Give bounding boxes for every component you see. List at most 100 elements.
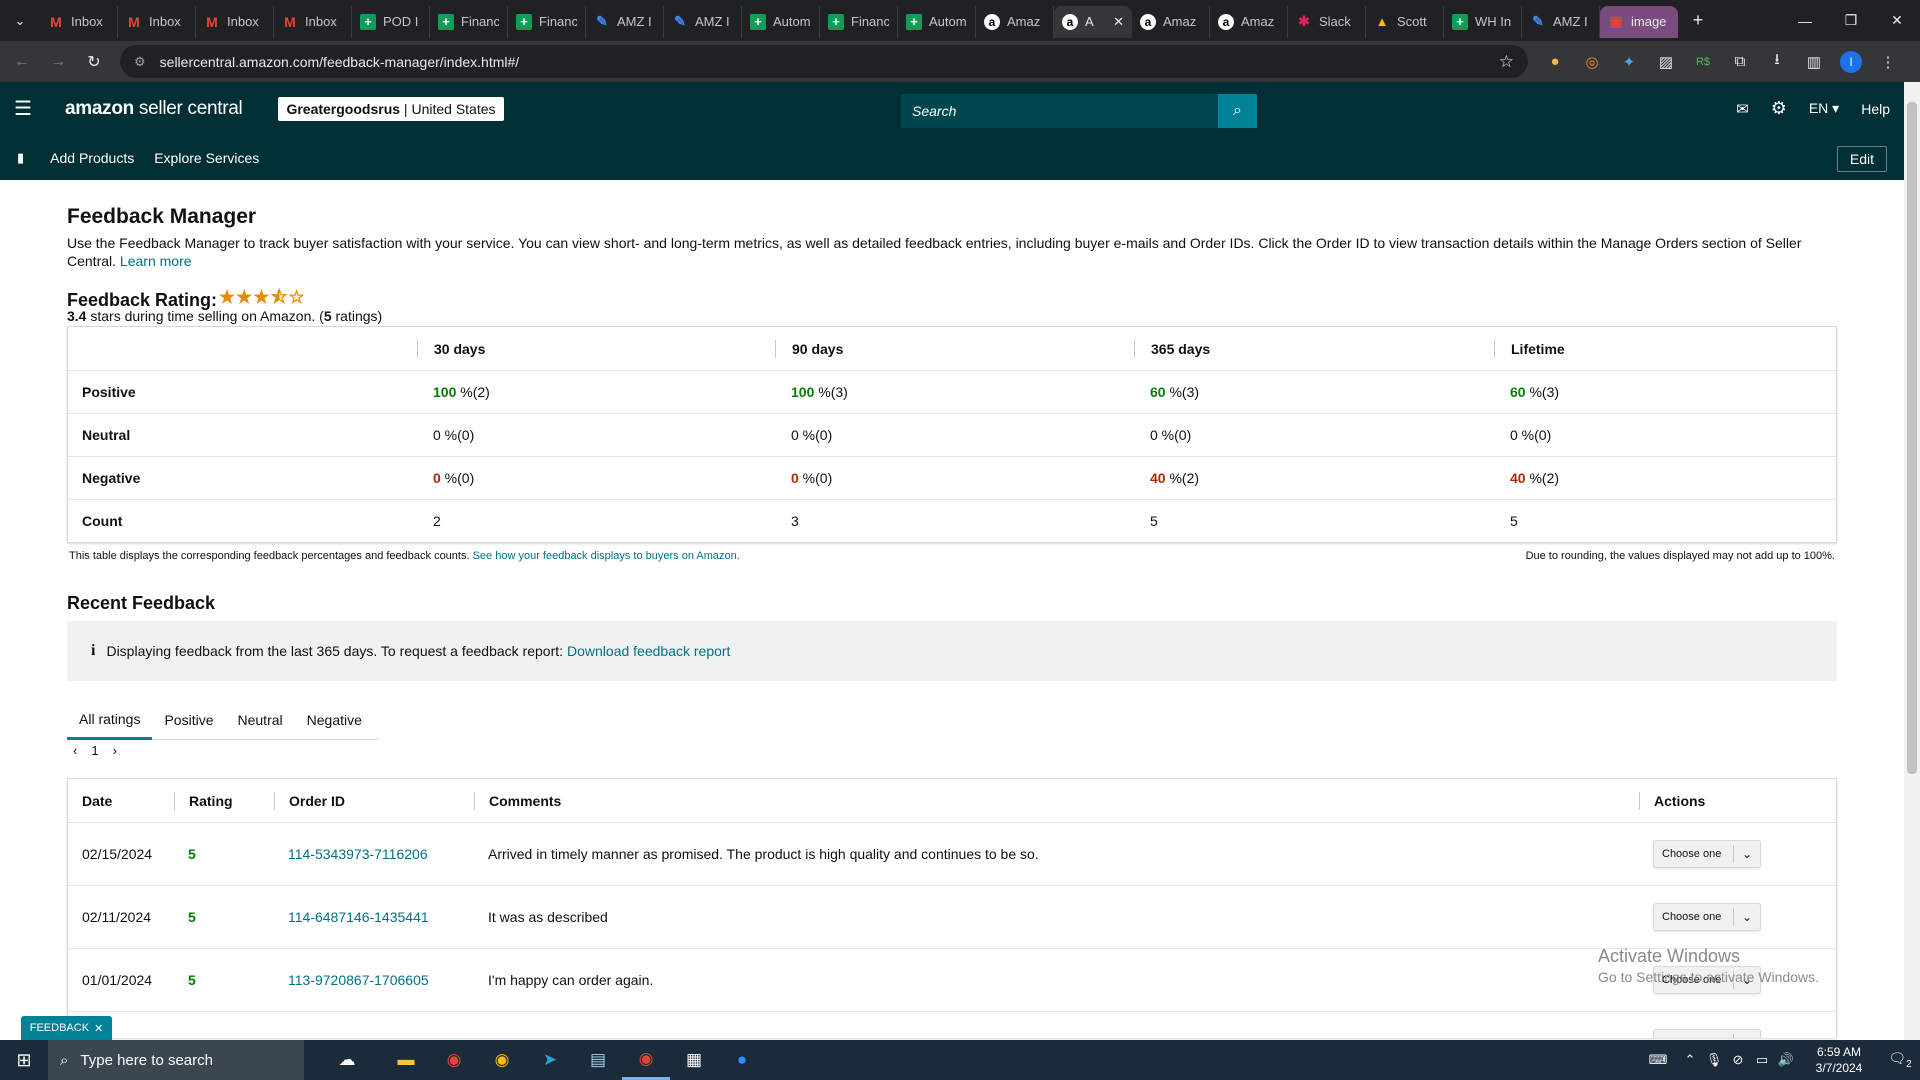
language-selector[interactable]: EN ▾	[1809, 100, 1839, 117]
browser-tab[interactable]: M Inbox	[118, 5, 196, 38]
forward-icon[interactable]: →	[40, 44, 76, 80]
chevron-right-icon[interactable]: ›	[113, 743, 117, 758]
browser-tab[interactable]: + Autom	[742, 5, 820, 38]
add-products-link[interactable]: Add Products	[50, 150, 134, 166]
header-right-actions: ✉ ⚙ EN ▾ Help	[1736, 82, 1890, 135]
tab-all-ratings[interactable]: All ratings	[67, 700, 153, 740]
browser-tab[interactable]: + Autom	[898, 5, 976, 38]
browser-tab[interactable]: M Inbox	[40, 5, 118, 38]
browser-tab[interactable]: ▲ Scott	[1366, 5, 1444, 38]
browser-tab[interactable]: ✎ AMZ I	[1522, 5, 1600, 38]
browser-tab[interactable]: a A ✕	[1054, 5, 1132, 38]
feedback-button[interactable]: FEEDBACK ✕	[21, 1016, 112, 1040]
browser-tab[interactable]: ▣ image	[1600, 5, 1678, 38]
browser-menu-icon[interactable]: ⋮	[1877, 51, 1899, 73]
close-icon[interactable]: ✕	[94, 1022, 103, 1035]
browser-tab[interactable]: M Inbox	[196, 5, 274, 38]
telegram-icon[interactable]: ➤	[526, 1040, 574, 1080]
address-bar[interactable]: ⚙ sellercentral.amazon.com/feedback-mana…	[120, 45, 1528, 78]
tab-neutral[interactable]: Neutral	[226, 700, 295, 740]
browser-tab[interactable]: a Amaz	[976, 5, 1054, 38]
search-input[interactable]	[901, 94, 1218, 128]
order-id-link[interactable]: 113-0750791-7083440	[274, 1035, 474, 1038]
calculator-icon[interactable]: ▦	[670, 1040, 718, 1080]
minimize-icon[interactable]: —	[1782, 0, 1828, 41]
network-alert-icon[interactable]: ⊘	[1726, 1052, 1750, 1068]
extension-icon[interactable]: ◎	[1581, 51, 1603, 73]
browser-tab[interactable]: + WH In	[1444, 5, 1522, 38]
count-cell: 5	[1510, 513, 1518, 529]
browser-tab[interactable]: + Financ	[508, 5, 586, 38]
taskbar-search[interactable]: ⌕ Type here to search	[48, 1040, 304, 1080]
back-icon[interactable]: ←	[4, 44, 40, 80]
help-link[interactable]: Help	[1861, 101, 1890, 117]
chrome-icon[interactable]: ◉	[430, 1040, 478, 1080]
action-dropdown[interactable]: Choose one⌄	[1653, 1029, 1761, 1038]
bookmark-icon[interactable]: ▮	[17, 150, 24, 166]
weather-widget-icon[interactable]: ☁	[312, 1040, 382, 1080]
browser-tab[interactable]: + Financ	[820, 5, 898, 38]
extension-icon[interactable]: ✦	[1618, 51, 1640, 73]
chrome-icon[interactable]: ◉	[478, 1040, 526, 1080]
reload-icon[interactable]: ↻	[76, 44, 112, 80]
chrome-icon[interactable]: ◉	[622, 1040, 670, 1080]
new-tab-icon[interactable]: +	[1678, 0, 1718, 41]
bookmark-star-icon[interactable]: ☆	[1499, 52, 1514, 72]
action-dropdown[interactable]: Choose one⌄	[1653, 903, 1761, 931]
profile-avatar[interactable]: I	[1840, 50, 1862, 73]
extension-icon[interactable]: ▨	[1655, 51, 1677, 73]
clock[interactable]: 6:59 AM 3/7/2024	[1798, 1044, 1880, 1076]
volume-icon[interactable]: 🔊	[1774, 1052, 1798, 1068]
download-report-link[interactable]: Download feedback report	[567, 643, 730, 659]
file-explorer-icon[interactable]: ▬	[382, 1040, 430, 1080]
positive-cell: 60 %(3)	[1510, 384, 1560, 400]
site-info-icon[interactable]: ⚙	[134, 54, 146, 70]
browser-tab[interactable]: ✎ AMZ I	[586, 5, 664, 38]
order-id-link[interactable]: 114-5343973-7116206	[274, 846, 474, 862]
mail-icon[interactable]: ✉	[1736, 100, 1749, 118]
browser-tab[interactable]: ✎ AMZ I	[664, 5, 742, 38]
extension-icon[interactable]: ●	[1544, 51, 1566, 73]
tab-positive[interactable]: Positive	[152, 700, 225, 740]
close-tab-icon[interactable]: ✕	[1113, 14, 1124, 30]
subnav-bar: ▮ Add Products Explore Services Edit	[0, 135, 1904, 180]
extensions-puzzle-icon[interactable]: ⧉	[1729, 51, 1751, 73]
learn-more-link[interactable]: Learn more	[120, 253, 192, 269]
dropdown-label: Choose one	[1654, 908, 1734, 926]
explore-services-link[interactable]: Explore Services	[154, 150, 259, 166]
side-panel-icon[interactable]: ▥	[1803, 51, 1825, 73]
tab-search-icon[interactable]: ⌄	[0, 0, 40, 41]
edit-button[interactable]: Edit	[1836, 146, 1887, 172]
store-selector[interactable]: Greatergoodsrus | United States	[278, 96, 504, 121]
search-icon[interactable]: ⌕	[1218, 94, 1257, 128]
browser-tab[interactable]: a Amaz	[1132, 5, 1210, 38]
close-window-icon[interactable]: ✕	[1874, 0, 1920, 41]
zoom-icon[interactable]: ●	[718, 1040, 766, 1080]
notification-icon[interactable]: 🗨2	[1880, 1050, 1920, 1070]
browser-tab[interactable]: + POD I	[352, 5, 430, 38]
buyer-display-link[interactable]: See how your feedback displays to buyers…	[473, 550, 740, 562]
tab-negative[interactable]: Negative	[295, 700, 374, 740]
order-id-link[interactable]: 114-6487146-1435441	[274, 909, 474, 925]
browser-tab[interactable]: M Inbox	[274, 5, 352, 38]
restore-icon[interactable]: ❐	[1828, 0, 1874, 41]
seller-central-logo[interactable]: amazon seller central	[65, 98, 243, 120]
download-icon[interactable]: ⭳	[1766, 51, 1788, 73]
browser-tab[interactable]: a Amaz	[1210, 5, 1288, 38]
page-number[interactable]: 1	[91, 743, 98, 758]
extension-icon[interactable]: R$	[1692, 51, 1714, 73]
chevron-left-icon[interactable]: ‹	[73, 743, 77, 758]
keyboard-icon[interactable]: ⌨	[1638, 1052, 1678, 1068]
network-icon[interactable]: ▭	[1750, 1052, 1774, 1068]
scrollbar-thumb[interactable]	[1907, 102, 1917, 774]
action-dropdown[interactable]: Choose one⌄	[1653, 840, 1761, 868]
chevron-up-icon[interactable]: ⌃	[1678, 1052, 1702, 1068]
browser-tab[interactable]: ✱ Slack	[1288, 5, 1366, 38]
hamburger-menu-icon[interactable]: ☰	[1, 96, 45, 121]
gear-icon[interactable]: ⚙	[1771, 98, 1787, 119]
microphone-icon[interactable]: 🎙	[1702, 1052, 1726, 1068]
order-id-link[interactable]: 113-9720867-1706605	[274, 972, 474, 988]
browser-tab[interactable]: + Financ	[430, 5, 508, 38]
notepad-icon[interactable]: ▤	[574, 1040, 622, 1080]
windows-start-icon[interactable]: ⊞	[0, 1040, 48, 1080]
